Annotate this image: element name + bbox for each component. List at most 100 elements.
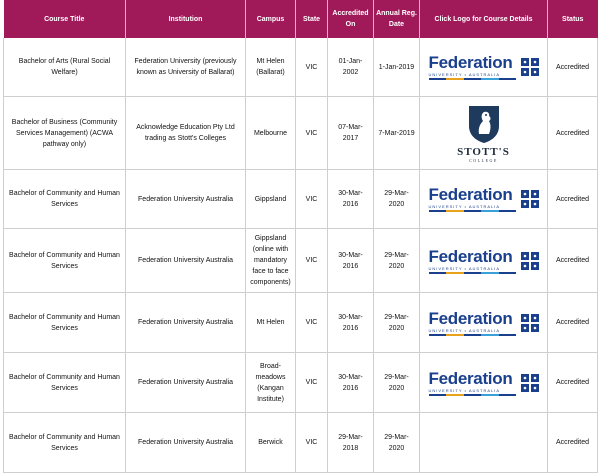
col-header-campus: Campus xyxy=(245,0,296,38)
course-title-cell: Bachelor of Community and Human Services xyxy=(3,412,126,473)
annual-reg-date-cell: 7-Mar-2019 xyxy=(373,96,420,170)
institution-cell: Federation University Australia xyxy=(125,352,246,413)
table-row: Bachelor of Community and Human Services… xyxy=(3,412,598,473)
header-row: Course Title Institution Campus State Ac… xyxy=(3,0,598,38)
federation-logo-word: Federation xyxy=(428,308,513,328)
federation-logo-stripe xyxy=(428,78,517,80)
federation-logo-text: Federation UNIVERSITY • AUSTRALIA xyxy=(428,185,517,212)
federation-logo-stripe xyxy=(428,271,517,274)
accredited-on-cell: 30-Mar-2016 xyxy=(327,228,374,293)
campus-cell: Broad-meadows (Kangan Institute) xyxy=(245,352,296,413)
federation-logo-word: Federation xyxy=(428,246,513,266)
col-header-course-title: Course Title xyxy=(3,0,126,38)
table-row: Bachelor of Business (Community Services… xyxy=(3,96,598,170)
federation-university-logo[interactable]: Federation UNIVERSITY • AUSTRALIA xyxy=(428,246,539,274)
table-row: Bachelor of Arts (Rural Social Welfare) F… xyxy=(3,38,598,97)
logo-cell[interactable]: Federation UNIVERSITY • AUSTRALIA xyxy=(419,352,548,413)
federation-logo-subtitle: UNIVERSITY • AUSTRALIA xyxy=(428,265,501,271)
institution-cell: Federation University Australia xyxy=(125,412,246,473)
logo-cell[interactable]: Federation UNIVERSITY • AUSTRALIA xyxy=(419,228,548,293)
course-title-cell: Bachelor of Business (Community Services… xyxy=(3,96,126,170)
federation-logo-text: Federation UNIVERSITY • AUSTRALIA xyxy=(428,368,517,396)
federation-logo-stripe xyxy=(428,210,517,212)
annual-reg-date-cell: 1-Jan-2019 xyxy=(373,38,420,97)
state-cell: VIC xyxy=(295,228,328,293)
federation-logo-text: Federation UNIVERSITY • AUSTRALIA xyxy=(428,246,517,274)
annual-reg-date-cell: 29-Mar-2020 xyxy=(373,169,420,229)
institution-cell: Federation University Australia xyxy=(125,169,246,229)
col-header-state: State xyxy=(295,0,328,38)
annual-reg-date-cell: 29-Mar-2020 xyxy=(373,292,420,353)
federation-logo-text: Federation UNIVERSITY • AUSTRALIA xyxy=(428,53,517,80)
federation-university-logo[interactable]: Federation UNIVERSITY • AUSTRALIA xyxy=(428,308,539,336)
campus-cell: Mt Helen xyxy=(245,292,296,353)
state-cell: VIC xyxy=(295,292,328,353)
campus-cell: Mt Helen (Ballarat) xyxy=(245,38,296,97)
table-row: Bachelor of Community and Human Services… xyxy=(3,352,598,413)
logo-cell[interactable]: Federation UNIVERSITY • AUSTRALIA xyxy=(419,38,548,97)
state-cell: VIC xyxy=(295,38,328,97)
campus-cell: Gippsland (online with mandatory face to… xyxy=(245,228,296,293)
status-cell: Accredited xyxy=(547,352,598,413)
state-cell: VIC xyxy=(295,352,328,413)
federation-logo-text: Federation UNIVERSITY • AUSTRALIA xyxy=(428,308,517,336)
southern-cross-icon xyxy=(520,251,539,270)
table-row: Bachelor of Community and Human Services… xyxy=(3,228,598,293)
institution-cell: Acknowledge Education Pty Ltd trading as… xyxy=(125,96,246,170)
accredited-on-cell: 30-Mar-2016 xyxy=(327,352,374,413)
accredited-on-cell: 01-Jan-2002 xyxy=(327,38,374,97)
institution-cell: Federation University (previously known … xyxy=(125,38,246,97)
campus-cell: Berwick xyxy=(245,412,296,473)
annual-reg-date-cell: 29-Mar-2020 xyxy=(373,412,420,473)
southern-cross-icon xyxy=(520,190,539,208)
federation-logo-subtitle: UNIVERSITY • AUSTRALIA xyxy=(428,387,501,393)
course-title-cell: Bachelor of Community and Human Services xyxy=(3,352,126,413)
accredited-on-cell: 30-Mar-2016 xyxy=(327,292,374,353)
course-title-cell: Bachelor of Community and Human Services xyxy=(3,228,126,293)
federation-university-logo[interactable]: Federation UNIVERSITY • AUSTRALIA xyxy=(428,53,539,80)
logo-cell[interactable]: Federation UNIVERSITY • AUSTRALIA xyxy=(419,169,548,229)
accredited-on-cell: 30-Mar-2016 xyxy=(327,169,374,229)
col-header-logo: Click Logo for Course Details xyxy=(419,0,548,38)
status-cell: Accredited xyxy=(547,292,598,353)
course-title-cell: Bachelor of Community and Human Services xyxy=(3,292,126,353)
southern-cross-icon xyxy=(520,313,539,332)
table-row: Bachelor of Community and Human Services… xyxy=(3,169,598,229)
annual-reg-date-cell: 29-Mar-2020 xyxy=(373,352,420,413)
federation-logo-stripe xyxy=(428,333,517,336)
federation-logo-word: Federation xyxy=(428,185,513,204)
logo-cell[interactable]: STOTT'S COLLEGE xyxy=(419,96,548,170)
state-cell: VIC xyxy=(295,96,328,170)
col-header-accredited-on: Accredited On xyxy=(327,0,374,38)
accredited-on-cell: 07-Mar-2017 xyxy=(327,96,374,170)
status-cell: Accredited xyxy=(547,38,598,97)
status-cell: Accredited xyxy=(547,228,598,293)
course-title-cell: Bachelor of Community and Human Services xyxy=(3,169,126,229)
course-table: Course Title Institution Campus State Ac… xyxy=(3,0,598,473)
stotts-logo-word: STOTT'S xyxy=(457,145,510,158)
southern-cross-icon xyxy=(520,58,539,76)
state-cell: VIC xyxy=(295,169,328,229)
col-header-annual-reg-date: Annual Reg. Date xyxy=(373,0,420,38)
logo-cell[interactable]: Federation UNIVERSITY • AUSTRALIA xyxy=(419,292,548,353)
campus-cell: Melbourne xyxy=(245,96,296,170)
status-cell: Accredited xyxy=(547,96,598,170)
federation-university-logo[interactable]: Federation UNIVERSITY • AUSTRALIA xyxy=(428,368,539,396)
federation-logo-word: Federation xyxy=(428,368,513,388)
table-row: Bachelor of Community and Human Services… xyxy=(3,292,598,353)
annual-reg-date-cell: 29-Mar-2020 xyxy=(373,228,420,293)
state-cell: VIC xyxy=(295,412,328,473)
federation-university-logo[interactable]: Federation UNIVERSITY • AUSTRALIA xyxy=(428,185,539,212)
federation-logo-stripe xyxy=(428,393,517,396)
course-title-cell: Bachelor of Arts (Rural Social Welfare) xyxy=(3,38,126,97)
federation-logo-word: Federation xyxy=(428,53,513,72)
logo-cell xyxy=(419,412,548,473)
southern-cross-icon xyxy=(520,373,539,392)
col-header-institution: Institution xyxy=(125,0,246,38)
stotts-college-logo[interactable]: STOTT'S COLLEGE xyxy=(420,104,547,163)
status-cell: Accredited xyxy=(547,412,598,473)
federation-logo-subtitle: UNIVERSITY • AUSTRALIA xyxy=(428,327,501,333)
institution-cell: Federation University Australia xyxy=(125,292,246,353)
campus-cell: Gippsland xyxy=(245,169,296,229)
stotts-logo-subtitle: COLLEGE xyxy=(469,157,498,163)
